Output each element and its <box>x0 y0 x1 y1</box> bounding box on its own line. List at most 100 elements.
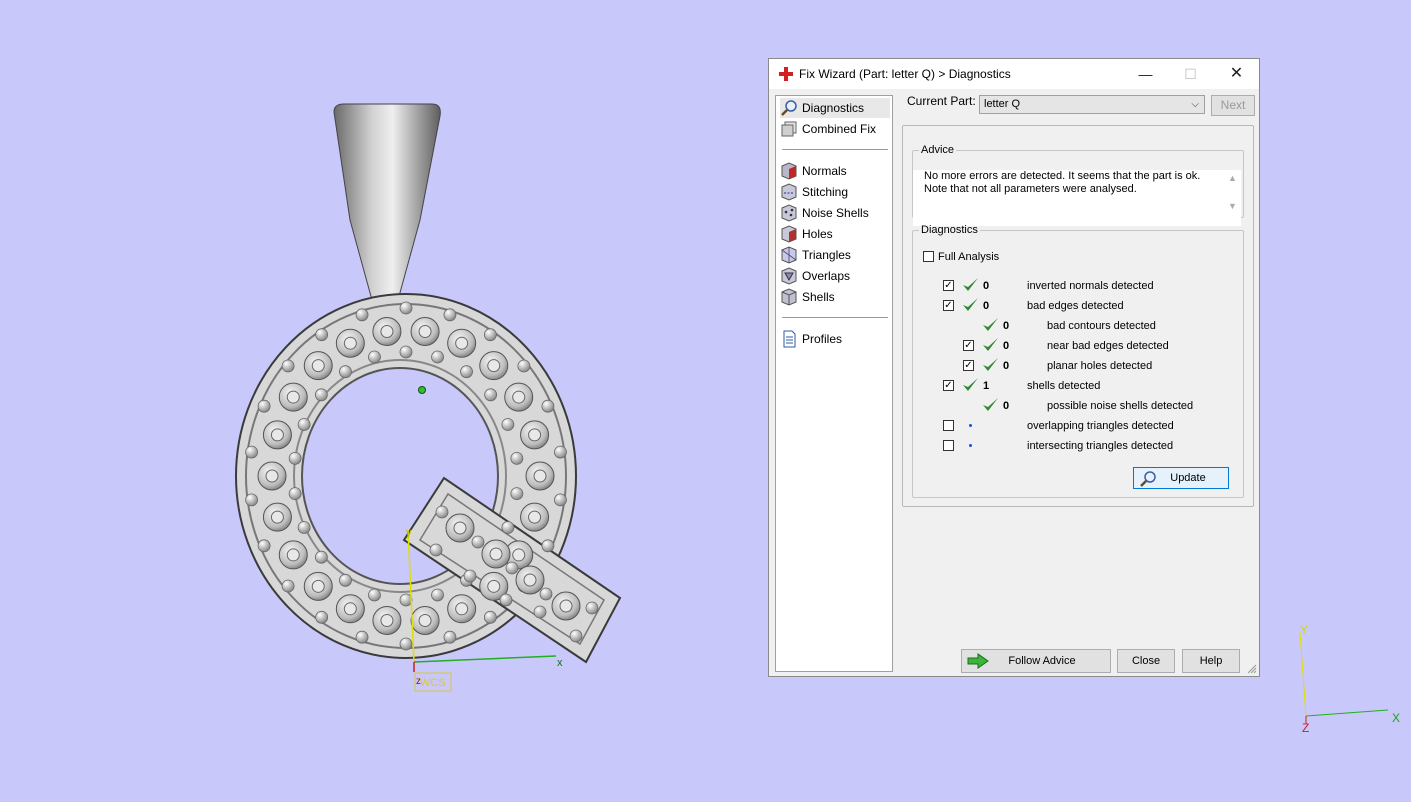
row-label: planar holes detected <box>1047 360 1153 372</box>
current-part-select[interactable]: letter Q ⌵ <box>979 95 1205 114</box>
green-arrow-icon <box>967 653 989 669</box>
window-close-button[interactable]: ✕ <box>1214 59 1259 89</box>
help-button[interactable]: Help <box>1182 649 1240 673</box>
row-checkbox[interactable]: ✓ <box>943 380 954 391</box>
advice-textbox[interactable]: No more errors are detected. It seems th… <box>913 170 1241 226</box>
combined-fix-icon <box>781 121 797 137</box>
diag-row-bad-contours: 0 bad contours detected <box>913 318 1233 334</box>
bead <box>539 587 553 601</box>
setting-ring-hole <box>489 547 503 561</box>
nav-label-combined-fix: Combined Fix <box>802 122 877 136</box>
nav-label-stitching: Stitching <box>802 185 849 199</box>
follow-advice-label: Follow Advice <box>1008 655 1076 667</box>
red-cross-icon <box>779 67 793 81</box>
setting-ring-hole <box>311 579 325 593</box>
resize-grip-icon[interactable] <box>1247 664 1257 674</box>
setting-ring-hole <box>380 324 394 338</box>
minimize-button[interactable]: — <box>1123 59 1168 89</box>
setting-ring-hole <box>455 602 469 616</box>
green-check-icon <box>963 298 978 311</box>
diagnostics-panel: Advice No more errors are detected. It s… <box>902 125 1254 507</box>
row-checkbox[interactable]: ✓ <box>963 340 974 351</box>
bead <box>245 445 258 459</box>
diagnostics-legend: Diagnostics <box>921 224 978 236</box>
axis-x-label: x <box>557 657 563 669</box>
row-label: near bad edges detected <box>1047 340 1169 352</box>
bead <box>314 388 328 402</box>
close-button[interactable]: Close <box>1117 649 1175 673</box>
nav-item-combined-fix[interactable]: Combined Fix <box>780 119 890 139</box>
row-checkbox[interactable]: ✓ <box>963 360 974 371</box>
corner-axis-y-label: Y <box>1300 623 1308 637</box>
setting-ring-hole <box>455 336 469 350</box>
row-label: overlapping triangles detected <box>1027 420 1174 432</box>
row-count: 1 <box>983 380 990 392</box>
bead <box>460 365 473 379</box>
next-button[interactable]: Next <box>1211 95 1255 116</box>
nav-item-overlaps[interactable]: Overlaps <box>780 266 890 286</box>
bead <box>483 328 497 342</box>
bead <box>443 630 457 644</box>
bead <box>315 328 329 342</box>
nav-item-noise-shells[interactable]: Noise Shells <box>780 203 890 223</box>
advice-scrollbar[interactable]: ▲ ▼ <box>1224 170 1241 226</box>
row-checkbox[interactable]: ✓ <box>943 300 954 311</box>
nav-item-stitching[interactable]: Stitching <box>780 182 890 202</box>
row-checkbox[interactable]: ✓ <box>943 280 954 291</box>
bead <box>288 451 302 465</box>
nav-item-diagnostics[interactable]: Diagnostics <box>780 98 890 118</box>
bead <box>431 588 444 602</box>
full-analysis-row[interactable]: Full Analysis <box>923 249 1123 265</box>
green-check-icon <box>983 338 998 351</box>
row-checkbox[interactable] <box>943 420 954 431</box>
magnifier-icon <box>1140 471 1156 487</box>
nav-label-shells: Shells <box>802 290 835 304</box>
nav-separator <box>782 317 888 318</box>
bead <box>484 388 498 402</box>
nav-item-triangles[interactable]: Triangles <box>780 245 890 265</box>
advice-line-2: Note that not all parameters were analys… <box>924 183 1137 195</box>
maximize-button[interactable]: ☐ <box>1168 59 1213 89</box>
full-analysis-checkbox[interactable] <box>923 251 934 262</box>
row-checkbox[interactable] <box>943 440 954 451</box>
3d-viewport[interactable]: y x z WCS <box>0 0 760 799</box>
setting-ring-hole <box>487 579 501 593</box>
setting-ring-hole <box>311 359 325 373</box>
row-count: 0 <box>983 300 990 312</box>
normals-icon <box>781 162 797 180</box>
nav-item-normals[interactable]: Normals <box>780 161 890 181</box>
diag-row-bad-edges: ✓ 0 bad edges detected <box>913 298 1233 314</box>
nav-item-holes[interactable]: Holes <box>780 224 890 244</box>
follow-advice-button[interactable]: Follow Advice <box>961 649 1111 673</box>
triangles-icon <box>781 246 797 264</box>
row-label: bad edges detected <box>1027 300 1124 312</box>
bead <box>429 543 443 557</box>
bead <box>314 550 328 564</box>
setting-ring-hole <box>270 510 284 524</box>
diag-row-inverted-normals: ✓ 0 inverted normals detected <box>913 278 1233 294</box>
current-part-label: Current Part: <box>907 94 976 108</box>
nav-label-noise-shells: Noise Shells <box>802 206 869 220</box>
update-button[interactable]: Update <box>1133 467 1229 489</box>
row-label: shells detected <box>1027 380 1101 392</box>
setting-ring-hole <box>286 390 300 404</box>
bead <box>288 487 302 501</box>
nav-label-holes: Holes <box>802 227 833 241</box>
bead <box>435 505 449 519</box>
dialog-title: Fix Wizard (Part: letter Q) > Diagnostic… <box>799 67 1011 81</box>
bead <box>355 308 369 322</box>
dialog-titlebar[interactable]: Fix Wizard (Part: letter Q) > Diagnostic… <box>769 59 1259 89</box>
noise-shells-icon <box>781 204 797 222</box>
bead <box>541 539 555 553</box>
bead <box>431 350 444 364</box>
bead <box>463 569 477 583</box>
diag-row-overlapping-triangles: overlapping triangles detected <box>913 418 1233 434</box>
holes-icon <box>781 225 797 243</box>
bead <box>399 593 413 607</box>
nav-item-profiles[interactable]: Profiles <box>780 329 890 349</box>
bead <box>505 561 519 575</box>
green-check-icon <box>963 378 978 391</box>
diagnostics-group: Diagnostics Full Analysis ✓ 0 inverted n… <box>912 224 1244 498</box>
nav-item-shells[interactable]: Shells <box>780 287 890 307</box>
advice-legend: Advice <box>921 144 955 156</box>
